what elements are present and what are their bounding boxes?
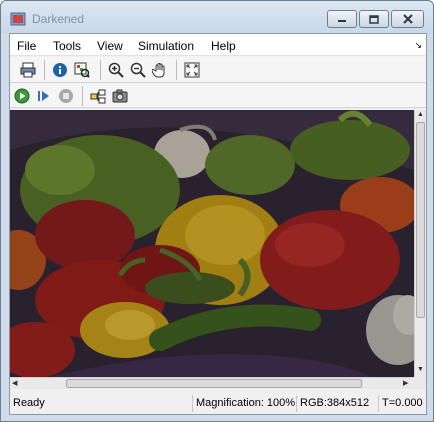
- scroll-right-icon[interactable]: ▶: [403, 379, 408, 387]
- window-title: Darkened: [32, 12, 85, 26]
- pan-button[interactable]: [150, 60, 170, 80]
- toolbar-separator: [82, 86, 83, 106]
- pan-hand-icon: [152, 63, 165, 78]
- maximize-button[interactable]: [359, 10, 389, 28]
- snapshot-camera-icon: [112, 89, 128, 103]
- app-icon: [10, 12, 26, 26]
- step-forward-button[interactable]: [34, 86, 54, 106]
- fit-to-window-button[interactable]: [182, 60, 202, 80]
- scroll-up-icon[interactable]: ▲: [417, 111, 424, 118]
- menu-tools[interactable]: Tools: [53, 39, 81, 53]
- maximize-icon: [369, 14, 379, 24]
- horizontal-scroll-thumb[interactable]: [66, 379, 362, 388]
- status-bar: Ready Magnification: 100% RGB:384x512 T=…: [10, 392, 426, 414]
- info-button[interactable]: [50, 60, 70, 80]
- close-icon: [402, 14, 413, 24]
- viewer-window: Darkened File Tools View Simulation Help…: [0, 0, 434, 422]
- horizontal-scrollbar[interactable]: ◀ ▶: [10, 377, 414, 389]
- close-button[interactable]: [391, 10, 424, 28]
- vertical-scroll-thumb[interactable]: [416, 122, 425, 318]
- highlight-block-icon: [90, 89, 106, 104]
- menu-help[interactable]: Help: [211, 39, 236, 53]
- highlight-block-button[interactable]: [88, 86, 108, 106]
- status-rgb-size: RGB:384x512: [296, 395, 372, 412]
- menu-file[interactable]: File: [17, 39, 36, 53]
- zoom-in-icon: [108, 62, 124, 78]
- play-button[interactable]: [12, 86, 32, 106]
- menu-bar: File Tools View Simulation Help ↘: [10, 34, 426, 56]
- scroll-corner: [414, 377, 426, 389]
- client-area: File Tools View Simulation Help ↘ ▲ ▼ ◀ …: [9, 33, 427, 415]
- minimize-icon: [338, 20, 346, 22]
- image-viewport[interactable]: [10, 110, 414, 377]
- toolbar-separator: [44, 60, 45, 80]
- status-ready: Ready: [13, 397, 45, 409]
- snapshot-button[interactable]: [110, 86, 130, 106]
- play-icon: [14, 88, 30, 104]
- scroll-left-icon[interactable]: ◀: [12, 379, 17, 387]
- print-icon: [20, 62, 36, 78]
- print-button[interactable]: [18, 60, 38, 80]
- menu-simulation[interactable]: Simulation: [138, 39, 194, 53]
- dock-arrow-icon[interactable]: ↘: [414, 40, 422, 51]
- zoom-in-button[interactable]: [106, 60, 126, 80]
- status-time: T=0.000: [378, 395, 426, 412]
- menu-view[interactable]: View: [97, 39, 123, 53]
- toolbar-main: [10, 57, 426, 83]
- title-bar[interactable]: Darkened: [1, 1, 433, 33]
- info-icon: [53, 63, 67, 77]
- status-magnification: Magnification: 100%: [192, 395, 298, 412]
- scroll-down-icon[interactable]: ▼: [417, 366, 424, 373]
- vertical-scrollbar[interactable]: ▲ ▼: [414, 110, 426, 377]
- zoom-out-icon: [130, 62, 146, 78]
- pixel-region-button[interactable]: [72, 60, 92, 80]
- stop-button[interactable]: [56, 86, 76, 106]
- stop-icon: [59, 89, 73, 103]
- pixel-region-icon: [74, 62, 90, 78]
- peppers-image: [10, 110, 414, 377]
- step-forward-icon: [38, 91, 49, 101]
- toolbar-simulation: [10, 84, 426, 108]
- minimize-button[interactable]: [327, 10, 357, 28]
- toolbar-separator: [100, 60, 101, 80]
- fit-to-window-icon: [184, 62, 200, 78]
- toolbar-separator: [176, 60, 177, 80]
- zoom-out-button[interactable]: [128, 60, 148, 80]
